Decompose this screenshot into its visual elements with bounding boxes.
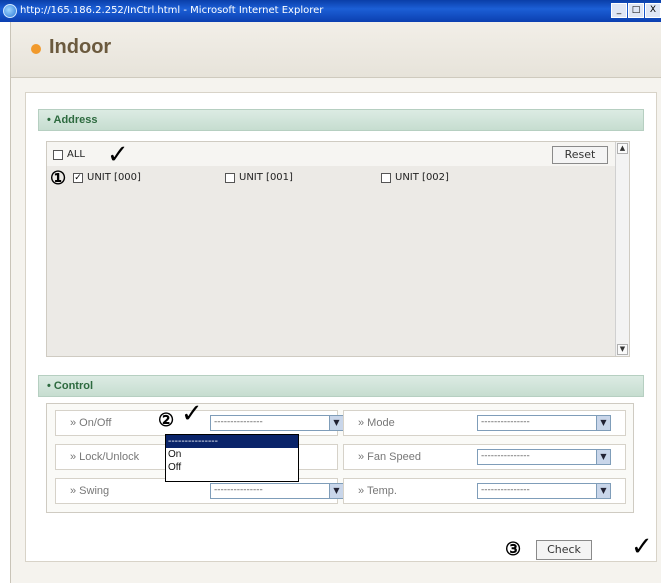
control-section-header: • Control xyxy=(38,375,644,397)
temp-select-value: --------------- xyxy=(481,485,530,495)
chevron-down-icon[interactable]: ▼ xyxy=(596,484,610,498)
page-title: Indoor xyxy=(49,36,112,58)
header-bullet-icon xyxy=(31,44,41,54)
fan-speed-select-value: --------------- xyxy=(481,451,530,461)
mode-label: » Mode xyxy=(358,417,395,429)
all-label: ALL xyxy=(67,149,85,160)
reset-button[interactable]: Reset xyxy=(552,146,608,164)
onoff-dropdown-list[interactable]: --------------- On Off xyxy=(165,434,299,482)
chevron-down-icon[interactable]: ▼ xyxy=(329,416,343,430)
window-controls: _ □ X xyxy=(611,3,661,18)
step-2-marker: ② xyxy=(158,410,175,431)
scroll-down-arrow-icon[interactable]: ▼ xyxy=(617,344,628,355)
all-checkbox[interactable] xyxy=(53,149,63,160)
minimize-button[interactable]: _ xyxy=(611,3,627,18)
address-section-header: • Address xyxy=(38,109,644,131)
all-checkbox-row[interactable]: ALL xyxy=(53,149,85,160)
unit-000-label: UNIT [000] xyxy=(87,172,141,183)
mode-select[interactable]: --------------- ▼ xyxy=(477,415,611,431)
address-box: ALL Reset ✓ UNIT [000] UNIT [001] UNIT [… xyxy=(46,141,630,357)
chevron-down-icon[interactable]: ▼ xyxy=(596,416,610,430)
internet-explorer-icon xyxy=(3,4,17,18)
scroll-up-arrow-icon[interactable]: ▲ xyxy=(617,143,628,154)
swing-select-value: --------------- xyxy=(214,485,263,495)
address-scrollbar[interactable]: ▲ ▼ xyxy=(615,142,629,356)
dropdown-option-off[interactable]: Off xyxy=(166,461,298,474)
unit-001-row[interactable]: UNIT [001] xyxy=(225,172,293,183)
window-title: http://165.186.2.252/InCtrl.html - Micro… xyxy=(20,5,324,16)
temp-select[interactable]: --------------- ▼ xyxy=(477,483,611,499)
control-table: » On/Off --------------- ▼ » Mode ------… xyxy=(46,403,634,513)
onoff-select[interactable]: --------------- ▼ xyxy=(210,415,344,431)
annotation-checkmark-2: ✓ xyxy=(181,399,203,429)
unit-000-row[interactable]: ✓ UNIT [000] xyxy=(73,172,141,183)
unit-002-checkbox[interactable] xyxy=(381,172,391,183)
chevron-down-icon[interactable]: ▼ xyxy=(329,484,343,498)
onoff-label: » On/Off xyxy=(70,417,112,429)
fan-speed-select[interactable]: --------------- ▼ xyxy=(477,449,611,465)
temp-label: » Temp. xyxy=(358,485,397,497)
page-frame: Indoor • Address ALL Reset ✓ UNIT [000] … xyxy=(10,22,661,583)
swing-label: » Swing xyxy=(70,485,110,497)
page-header: Indoor xyxy=(11,22,661,78)
step-3-marker: ③ xyxy=(505,539,522,560)
dropdown-option-on[interactable]: On xyxy=(166,448,298,461)
close-button[interactable]: X xyxy=(645,3,661,18)
browser-title-bar: http://165.186.2.252/InCtrl.html - Micro… xyxy=(0,0,661,22)
fan-speed-label: » Fan Speed xyxy=(358,451,421,463)
mode-select-value: --------------- xyxy=(481,417,530,427)
content-panel: • Address ALL Reset ✓ UNIT [000] UNIT [0… xyxy=(25,92,657,562)
swing-select[interactable]: --------------- ▼ xyxy=(210,483,344,499)
address-toolbar xyxy=(47,142,619,166)
step-1-marker: ① xyxy=(50,168,67,189)
unit-000-checkbox[interactable]: ✓ xyxy=(73,172,83,183)
lock-unlock-label: » Lock/Unlock xyxy=(70,451,140,463)
annotation-checkmark-1: ✓ xyxy=(107,140,129,170)
unit-001-checkbox[interactable] xyxy=(225,172,235,183)
fan-speed-cell: » Fan Speed --------------- ▼ xyxy=(343,444,626,470)
dropdown-option-blank[interactable]: --------------- xyxy=(166,435,298,448)
onoff-select-value: --------------- xyxy=(214,417,263,427)
temp-cell: » Temp. --------------- ▼ xyxy=(343,478,626,504)
maximize-button[interactable]: □ xyxy=(628,3,644,18)
unit-002-row[interactable]: UNIT [002] xyxy=(381,172,449,183)
unit-002-label: UNIT [002] xyxy=(395,172,449,183)
chevron-down-icon[interactable]: ▼ xyxy=(596,450,610,464)
mode-cell: » Mode --------------- ▼ xyxy=(343,410,626,436)
annotation-checkmark-3: ✓ xyxy=(631,532,653,562)
check-button[interactable]: Check xyxy=(536,540,592,560)
unit-001-label: UNIT [001] xyxy=(239,172,293,183)
